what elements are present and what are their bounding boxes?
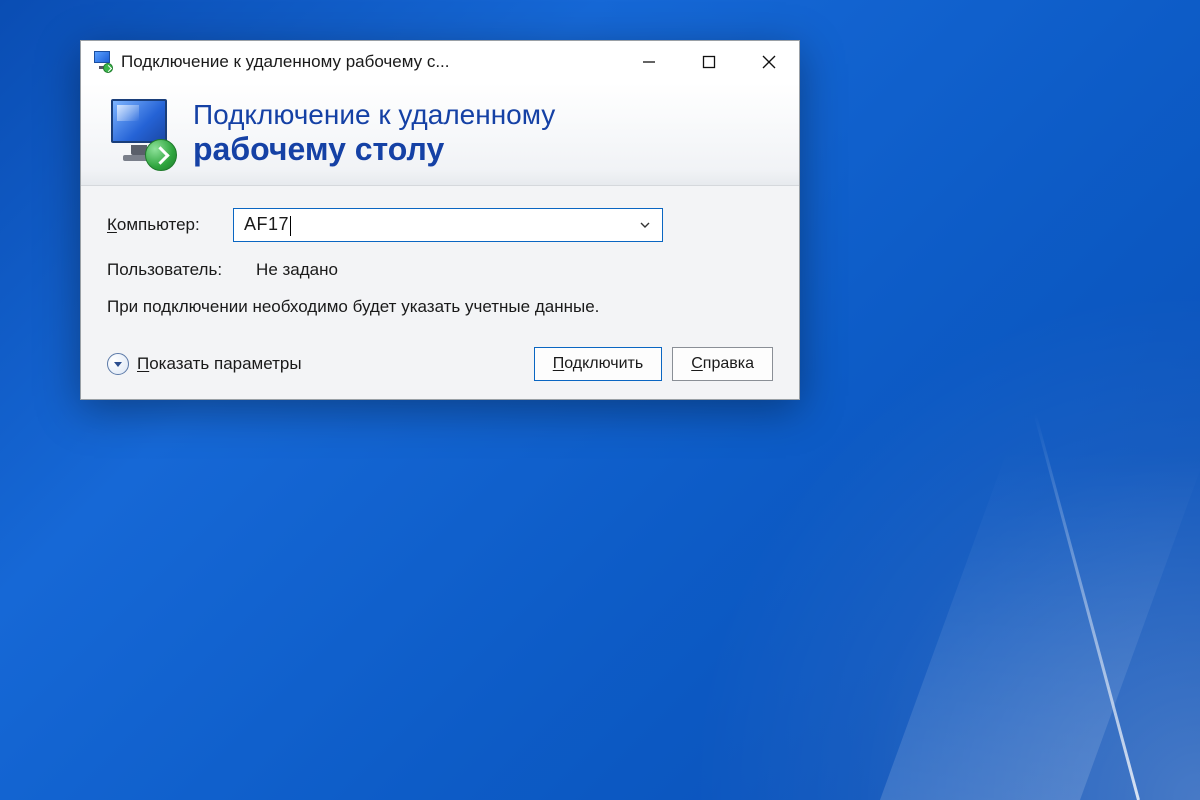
computer-label: Компьютер: bbox=[107, 215, 219, 235]
banner-line1: Подключение к удаленному bbox=[193, 99, 555, 131]
show-options-toggle[interactable]: Показать параметры bbox=[107, 353, 302, 375]
user-value: Не задано bbox=[256, 260, 338, 280]
minimize-button[interactable] bbox=[619, 41, 679, 83]
window-title: Подключение к удаленному рабочему с... bbox=[121, 52, 450, 72]
rdp-dialog: Подключение к удаленному рабочему с... П… bbox=[80, 40, 800, 400]
show-options-label: Показать параметры bbox=[137, 354, 302, 374]
chevron-down-icon[interactable] bbox=[634, 209, 656, 241]
expand-chevron-icon bbox=[107, 353, 129, 375]
banner-line2: рабочему столу bbox=[193, 131, 555, 168]
header-banner: Подключение к удаленному рабочему столу bbox=[81, 83, 799, 186]
computer-combobox[interactable]: AF17 bbox=[233, 208, 663, 242]
close-button[interactable] bbox=[739, 41, 799, 83]
titlebar[interactable]: Подключение к удаленному рабочему с... bbox=[81, 41, 799, 83]
help-button[interactable]: Справка bbox=[672, 347, 773, 381]
dialog-body: Компьютер: AF17 Пользователь: Не задано … bbox=[81, 186, 799, 399]
credentials-hint: При подключении необходимо будет указать… bbox=[107, 296, 773, 319]
computer-value: AF17 bbox=[244, 214, 289, 234]
maximize-button[interactable] bbox=[679, 41, 739, 83]
rdp-large-icon bbox=[103, 97, 175, 169]
rdp-app-icon bbox=[91, 51, 113, 73]
user-label: Пользователь: bbox=[107, 260, 222, 280]
connect-button[interactable]: Подключить bbox=[534, 347, 662, 381]
